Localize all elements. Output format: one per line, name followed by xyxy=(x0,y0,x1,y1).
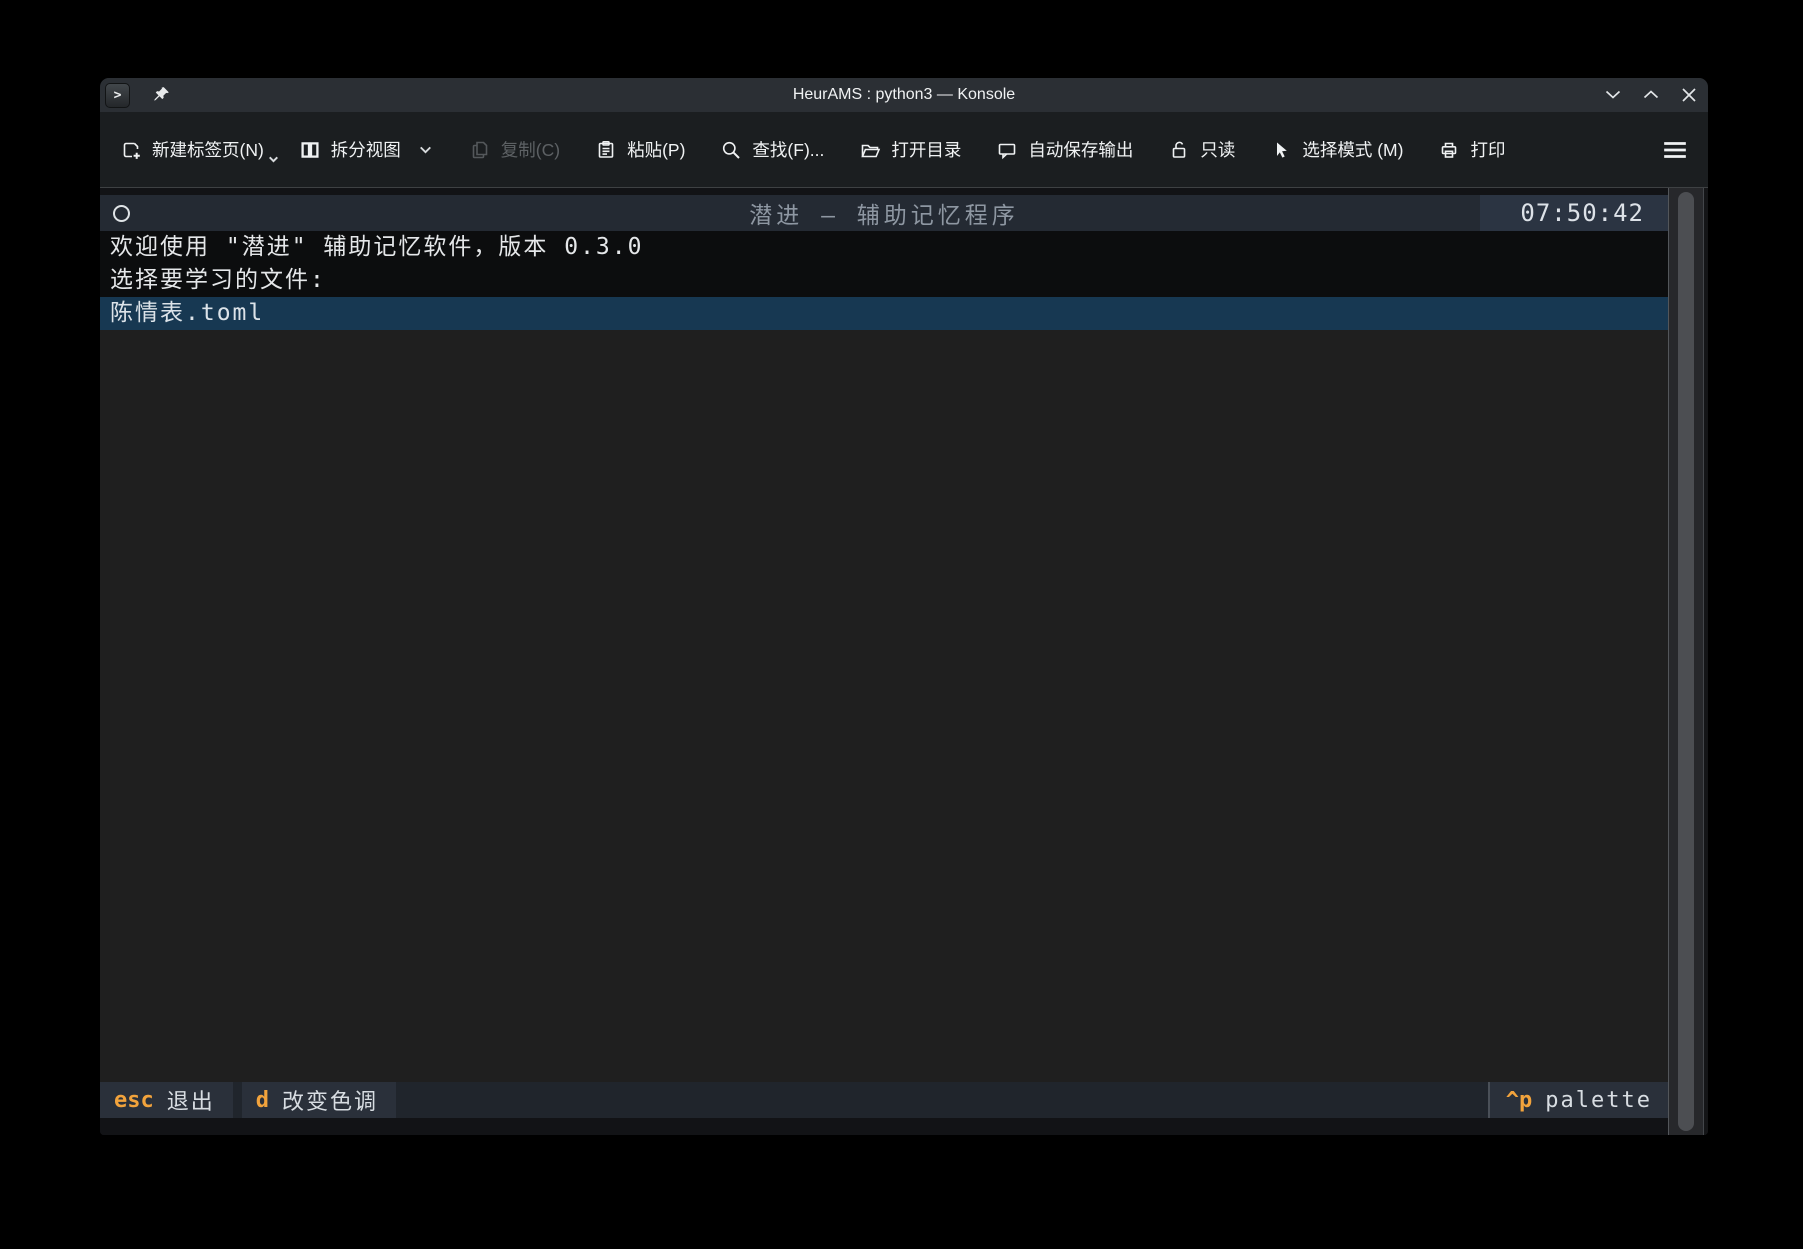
title-bar[interactable]: > HeurAMS : python3 — Konsole xyxy=(100,78,1708,112)
read-only-button[interactable]: 只读 xyxy=(1168,137,1235,162)
copy-label: 复制(C) xyxy=(501,137,560,162)
tui-clock: 07:50:42 xyxy=(1480,195,1668,231)
select-mode-button[interactable]: 选择模式 (M) xyxy=(1270,137,1403,162)
scrollbar-thumb[interactable] xyxy=(1678,192,1694,1131)
tab-new-icon xyxy=(120,139,142,161)
read-only-label: 只读 xyxy=(1200,137,1235,162)
tui-header-bar: 潜进 – 辅助记忆程序 07:50:42 xyxy=(100,195,1668,231)
split-view-label: 拆分视图 xyxy=(331,137,401,162)
paste-icon xyxy=(595,139,617,161)
find-button[interactable]: 查找(F)... xyxy=(720,137,824,162)
open-directory-label: 打开目录 xyxy=(891,137,961,162)
window-title: HeurAMS : python3 — Konsole xyxy=(100,86,1708,104)
split-view-button[interactable]: 拆分视图 xyxy=(299,137,434,162)
footer-gap xyxy=(233,1082,242,1118)
maximize-button[interactable] xyxy=(1639,84,1662,107)
select-mode-label: 选择模式 (M) xyxy=(1302,137,1403,162)
printer-icon xyxy=(1438,139,1460,161)
autosave-output-label: 自动保存输出 xyxy=(1028,137,1133,162)
circle-outline-icon[interactable] xyxy=(113,205,130,222)
file-list-item-selected[interactable]: 陈情表.toml xyxy=(100,297,1668,330)
chevron-down-icon xyxy=(417,141,434,158)
window-controls xyxy=(1601,84,1708,107)
key-esc-label: 退出 xyxy=(167,1084,215,1116)
close-button[interactable] xyxy=(1677,84,1700,107)
hamburger-icon xyxy=(1662,138,1688,162)
key-esc: esc xyxy=(114,1088,154,1113)
tui-empty-area xyxy=(100,330,1668,1082)
konsole-app-icon-glyph: > xyxy=(114,88,122,103)
window-right-edge xyxy=(1704,188,1708,1135)
tui-top-padding xyxy=(100,188,1668,195)
minimize-button[interactable] xyxy=(1601,84,1624,107)
copy-button: 复制(C) xyxy=(469,137,560,162)
key-d-label: 改变色调 xyxy=(282,1084,378,1116)
find-label: 查找(F)... xyxy=(752,137,824,162)
command-palette-binding[interactable]: ^p palette xyxy=(1488,1082,1668,1118)
chevron-down-icon xyxy=(1602,84,1624,106)
scrollbar-track[interactable] xyxy=(1668,188,1704,1135)
print-button[interactable]: 打印 xyxy=(1438,137,1505,162)
copy-icon xyxy=(469,139,491,161)
toolbar: 新建标签页(N) 拆分视图 复制(C) xyxy=(100,112,1708,188)
tui-app-title: 潜进 – 辅助记忆程序 xyxy=(100,196,1668,230)
chevron-down-icon xyxy=(267,150,280,171)
cursor-arrow-icon xyxy=(1270,139,1292,161)
open-directory-button[interactable]: 打开目录 xyxy=(859,137,961,162)
menu-button[interactable] xyxy=(1662,138,1688,162)
palette-label: palette xyxy=(1545,1088,1652,1113)
split-view-icon xyxy=(299,139,321,161)
folder-open-icon xyxy=(859,139,881,161)
terminal-text-line: 欢迎使用 "潜进" 辅助记忆软件，版本 0.3.0 xyxy=(100,231,1668,264)
search-icon xyxy=(720,139,742,161)
lock-open-icon xyxy=(1168,139,1190,161)
key-d: d xyxy=(256,1088,269,1113)
footer-spacer xyxy=(396,1082,1488,1118)
terminal-area[interactable]: 潜进 – 辅助记忆程序 07:50:42 欢迎使用 "潜进" 辅助记忆软件，版本… xyxy=(100,188,1708,1135)
pushpin-icon[interactable] xyxy=(151,85,171,105)
tui-screen: 潜进 – 辅助记忆程序 07:50:42 欢迎使用 "潜进" 辅助记忆软件，版本… xyxy=(100,188,1668,1135)
footer-binding-esc[interactable]: esc 退出 xyxy=(100,1082,233,1118)
new-tab-label: 新建标签页(N) xyxy=(152,137,264,162)
tui-footer-bar: esc 退出 d 改变色调 ^p palette xyxy=(100,1082,1668,1118)
new-tab-button[interactable]: 新建标签页(N) xyxy=(120,137,264,162)
chevron-up-icon xyxy=(1640,84,1662,106)
autosave-output-button[interactable]: 自动保存输出 xyxy=(996,137,1133,162)
paste-button[interactable]: 粘贴(P) xyxy=(595,137,685,162)
print-label: 打印 xyxy=(1470,137,1505,162)
speech-bubble-icon xyxy=(996,139,1018,161)
konsole-app-icon: > xyxy=(105,83,130,108)
tui-bottom-padding xyxy=(100,1118,1668,1135)
footer-binding-d[interactable]: d 改变色调 xyxy=(242,1082,396,1118)
key-ctrl-p: ^p xyxy=(1506,1088,1533,1113)
close-icon xyxy=(1678,84,1700,106)
konsole-window: > HeurAMS : python3 — Konsole 新建 xyxy=(100,78,1708,1135)
terminal-text-line: 选择要学习的文件: xyxy=(100,264,1668,297)
paste-label: 粘贴(P) xyxy=(627,137,685,162)
